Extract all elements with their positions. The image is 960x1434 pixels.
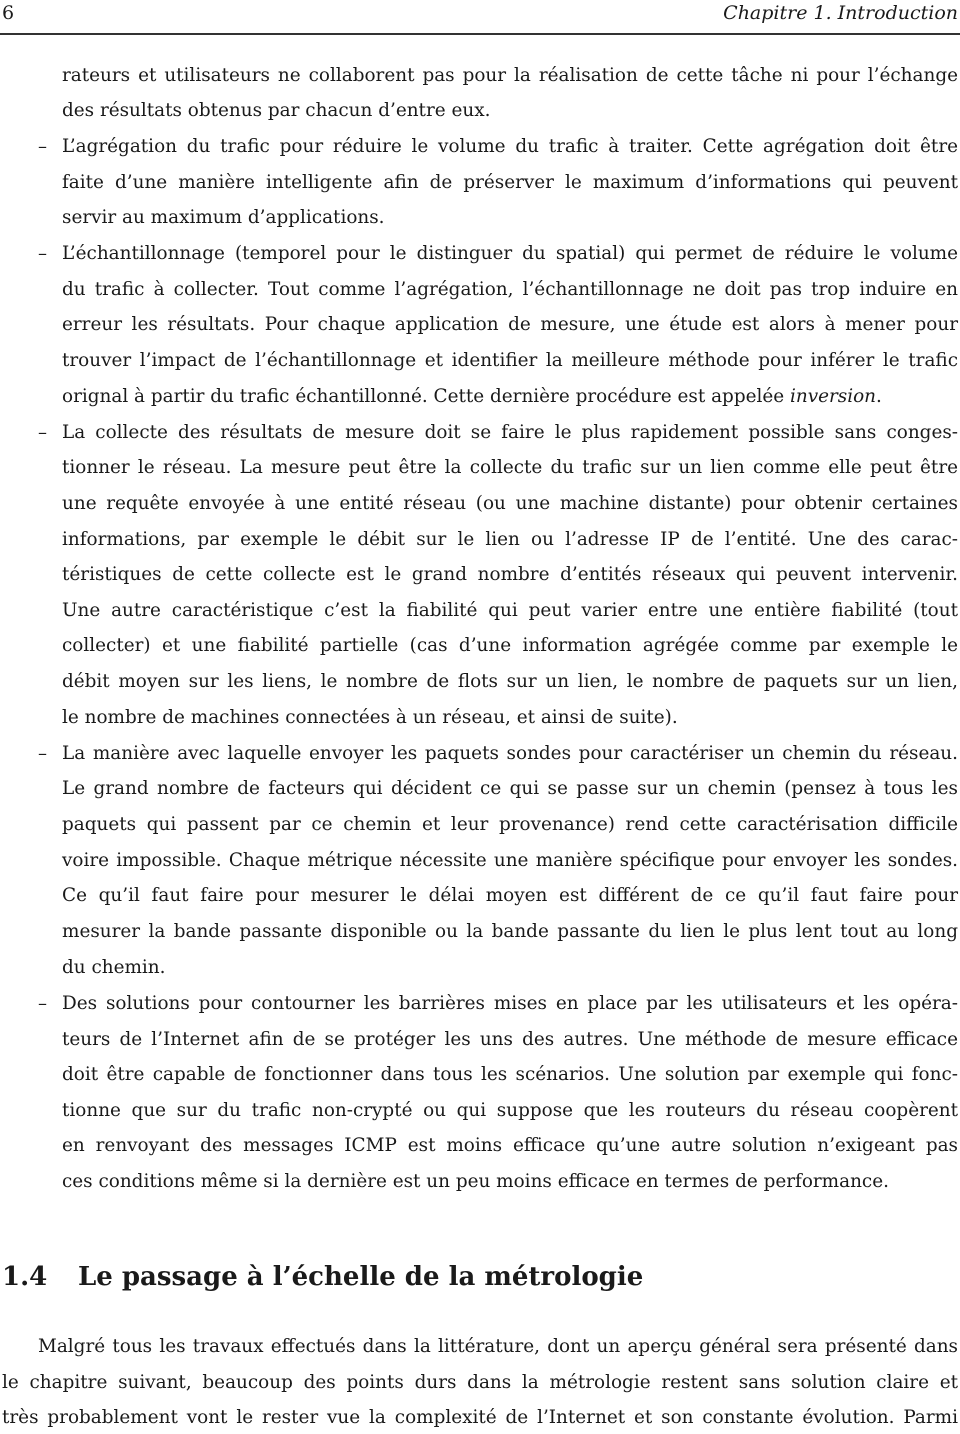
text-line: rateurs et utilisateurs ne collaborent p… — [62, 65, 958, 86]
text-line: Des solutions pour contourner les barriè… — [62, 993, 958, 1014]
text-line: servir au maximum d’applications. — [62, 207, 385, 228]
text-line: La collecte des résultats de mesure doit… — [62, 422, 958, 443]
text-line: mesurer la bande passante disponible ou … — [62, 921, 958, 942]
text-line: teurs de l’Internet afin de se protéger … — [62, 1029, 958, 1050]
text-line: Ce qu’il faut faire pour mesurer le déla… — [62, 885, 958, 906]
text-line: tionner le réseau. La mesure peut être l… — [62, 457, 958, 478]
text-line: L’échantillonnage (temporel pour le dist… — [62, 243, 958, 264]
bullet-dash: – — [38, 243, 47, 264]
text-line: trouver l’impact de l’échantillonnage et… — [62, 350, 958, 371]
text-line: ces conditions même si la dernière est u… — [62, 1171, 889, 1192]
bullet-dash: – — [38, 136, 47, 157]
text-line: orignal à partir du trafic échantillonné… — [62, 383, 958, 411]
text-line: tionne que sur du trafic non-crypté ou q… — [62, 1100, 958, 1121]
text-line: du chemin. — [62, 957, 166, 978]
bullet-dash: – — [38, 993, 47, 1014]
text-line: La manière avec laquelle envoyer les paq… — [62, 743, 958, 764]
text-line: informations, par exemple le débit sur l… — [62, 529, 958, 550]
text-line: erreur les résultats. Pour chaque applic… — [62, 314, 958, 335]
text-line: débit moyen sur les liens, le nombre de … — [62, 671, 958, 692]
text-line: Le grand nombre de facteurs qui décident… — [62, 778, 958, 799]
text-line: le chapitre suivant, beaucoup des points… — [2, 1372, 958, 1393]
bullet-dash: – — [38, 422, 47, 443]
text-line: Malgré tous les travaux effectués dans l… — [38, 1336, 958, 1357]
section-number: 1.4 — [2, 1262, 48, 1292]
bullet-dash: – — [38, 743, 47, 764]
text-line: paquets qui passent par ce chemin et leu… — [62, 814, 958, 835]
text-line: doit être capable de fonctionner dans to… — [62, 1064, 958, 1085]
section-title: Le passage à l’échelle de la métrologie — [78, 1262, 644, 1292]
chapter-title: Chapitre 1. Introduction — [723, 2, 958, 24]
text-line: une requête envoyée à une entité réseau … — [62, 493, 958, 514]
text-line: L’agrégation du trafic pour réduire le v… — [62, 136, 958, 157]
emphasis-inversion: inversion — [789, 386, 877, 407]
text-run: . — [876, 386, 882, 407]
text-line: Une autre caractéristique c’est la fiabi… — [62, 600, 958, 621]
text-line: voire impossible. Chaque métrique nécess… — [62, 850, 958, 871]
text-line: du trafic à collecter. Tout comme l’agré… — [62, 279, 958, 300]
text-line: très probablement vont le rester vue la … — [2, 1407, 958, 1428]
text-line: collecter) et une fiabilité partielle (c… — [62, 635, 958, 656]
header-rule — [0, 33, 960, 35]
text-line: en renvoyant des messages ICMP est moins… — [62, 1135, 958, 1156]
text-line: des résultats obtenus par chacun d’entre… — [62, 100, 491, 121]
text-run: orignal à partir du trafic échantillonné… — [62, 386, 790, 407]
text-line: le nombre de machines connectées à un ré… — [62, 707, 678, 728]
page-number: 6 — [2, 2, 15, 24]
text-line: téristiques de cette collecte est le gra… — [62, 564, 958, 585]
section-heading: 1.4 Le passage à l’échelle de la métrolog… — [2, 1262, 643, 1292]
text-line: faite d’une manière intelligente afin de… — [62, 172, 958, 193]
running-head: 6 Chapitre 1. Introduction — [0, 0, 960, 36]
